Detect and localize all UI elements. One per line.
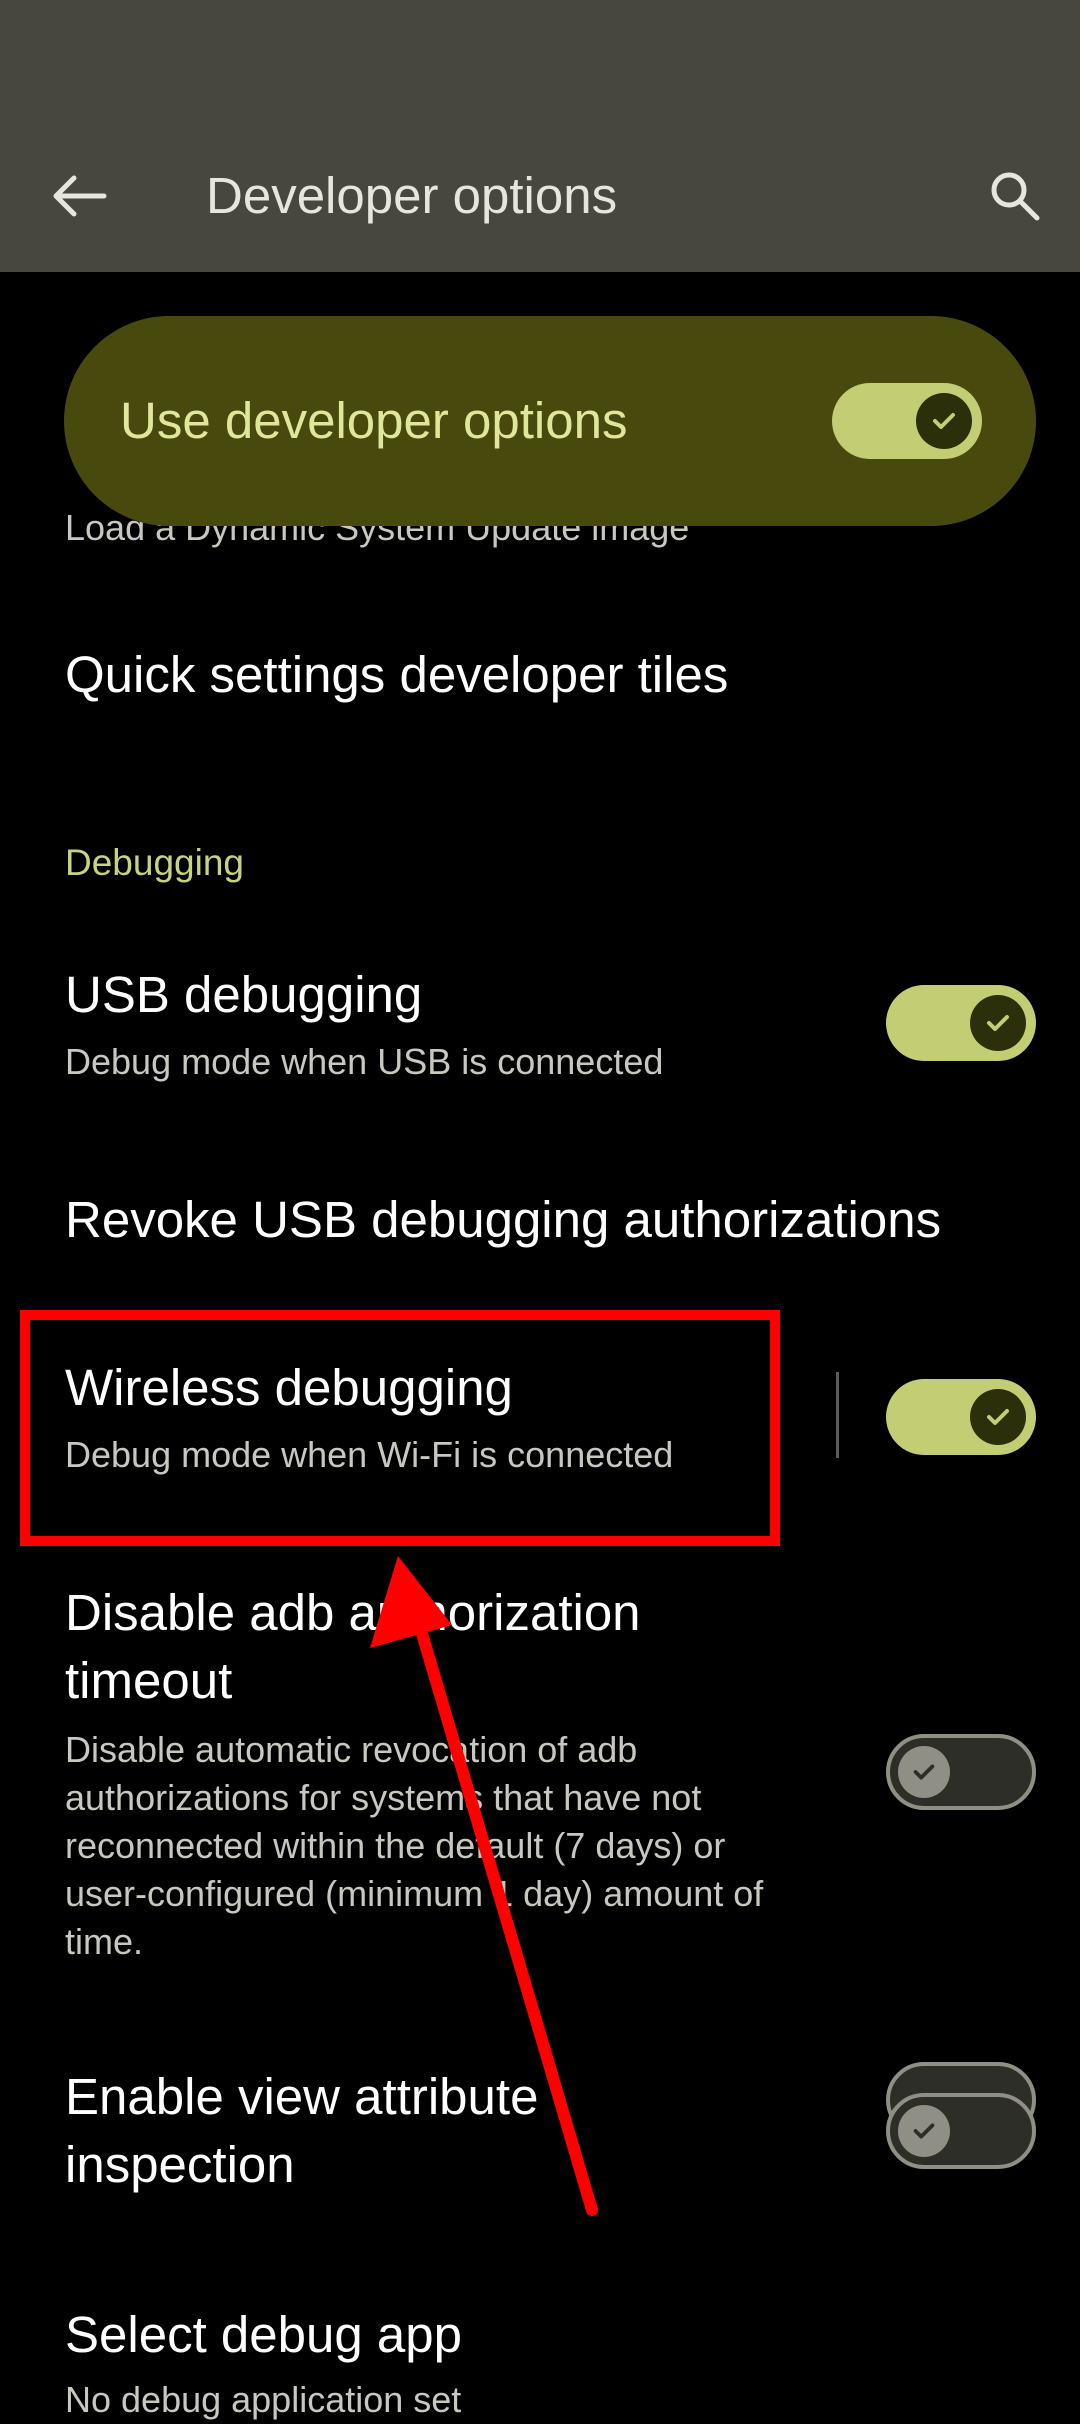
debugging-section-header: Debugging	[65, 842, 244, 883]
usb-debugging-subtitle: Debug mode when USB is connected	[65, 1041, 664, 1082]
annotation-highlight-box	[20, 1310, 780, 1546]
app-bar: Developer options	[0, 0, 1080, 272]
use-developer-options-switch[interactable]	[832, 383, 982, 459]
adb-timeout-subtitle-line2: authorizations for systems that have not	[65, 1777, 702, 1818]
switch-knob	[898, 2105, 950, 2157]
view-attribute-title-line2: inspection	[65, 2136, 295, 2193]
adb-timeout-title-line1: Disable adb authorization	[65, 1584, 641, 1641]
switch-knob	[898, 1746, 950, 1798]
quick-settings-tiles-title: Quick settings developer tiles	[65, 646, 729, 703]
adb-timeout-title-line2: timeout	[65, 1652, 233, 1709]
switch-knob	[916, 393, 972, 449]
adb-timeout-subtitle-line4: user-configured (minimum 1 day) amount o…	[65, 1873, 764, 1914]
check-icon	[933, 413, 955, 429]
usb-debugging-title: USB debugging	[65, 966, 423, 1023]
back-button[interactable]	[38, 160, 118, 232]
revoke-usb-authorizations-item[interactable]: Revoke USB debugging authorizations	[0, 1185, 1080, 1285]
select-debug-app-item[interactable]: Select debug app No debug application se…	[0, 2300, 1080, 2420]
adb-timeout-subtitle-line5: time.	[65, 1921, 144, 1962]
select-debug-app-subtitle: No debug application set	[65, 2379, 462, 2420]
adb-timeout-switch[interactable]	[886, 1734, 1036, 1810]
view-attribute-switch[interactable]	[886, 2093, 1036, 2169]
switch-knob	[970, 995, 1026, 1051]
check-icon	[913, 1764, 935, 1780]
select-debug-app-title: Select debug app	[65, 2306, 462, 2363]
wireless-debugging-divider	[836, 1372, 839, 1458]
quick-settings-tiles-item[interactable]: Quick settings developer tiles	[0, 640, 1080, 770]
usb-debugging-item[interactable]: USB debugging Debug mode when USB is con…	[0, 960, 1080, 1090]
check-icon	[987, 1015, 1009, 1031]
arrow-left-icon	[53, 175, 107, 217]
page-title: Developer options	[206, 167, 618, 224]
search-button[interactable]	[970, 160, 1060, 232]
check-icon	[987, 1409, 1009, 1425]
view-attribute-title-line1: Enable view attribute	[65, 2068, 539, 2125]
adb-authorization-timeout-item[interactable]: Disable adb authorization timeout Disabl…	[0, 1578, 1080, 1968]
search-icon	[991, 172, 1040, 221]
usb-debugging-switch[interactable]	[886, 985, 1036, 1061]
adb-timeout-subtitle-line3: reconnected within the default (7 days) …	[65, 1825, 726, 1866]
use-developer-options-card[interactable]: Use developer options	[64, 316, 1036, 526]
check-icon	[913, 2123, 935, 2139]
wireless-debugging-switch[interactable]	[886, 1379, 1036, 1455]
use-developer-options-label: Use developer options	[120, 392, 628, 449]
adb-timeout-subtitle-line1: Disable automatic revocation of adb	[65, 1729, 638, 1770]
switch-knob	[970, 1389, 1026, 1445]
revoke-usb-authorizations-title: Revoke USB debugging authorizations	[65, 1191, 942, 1248]
